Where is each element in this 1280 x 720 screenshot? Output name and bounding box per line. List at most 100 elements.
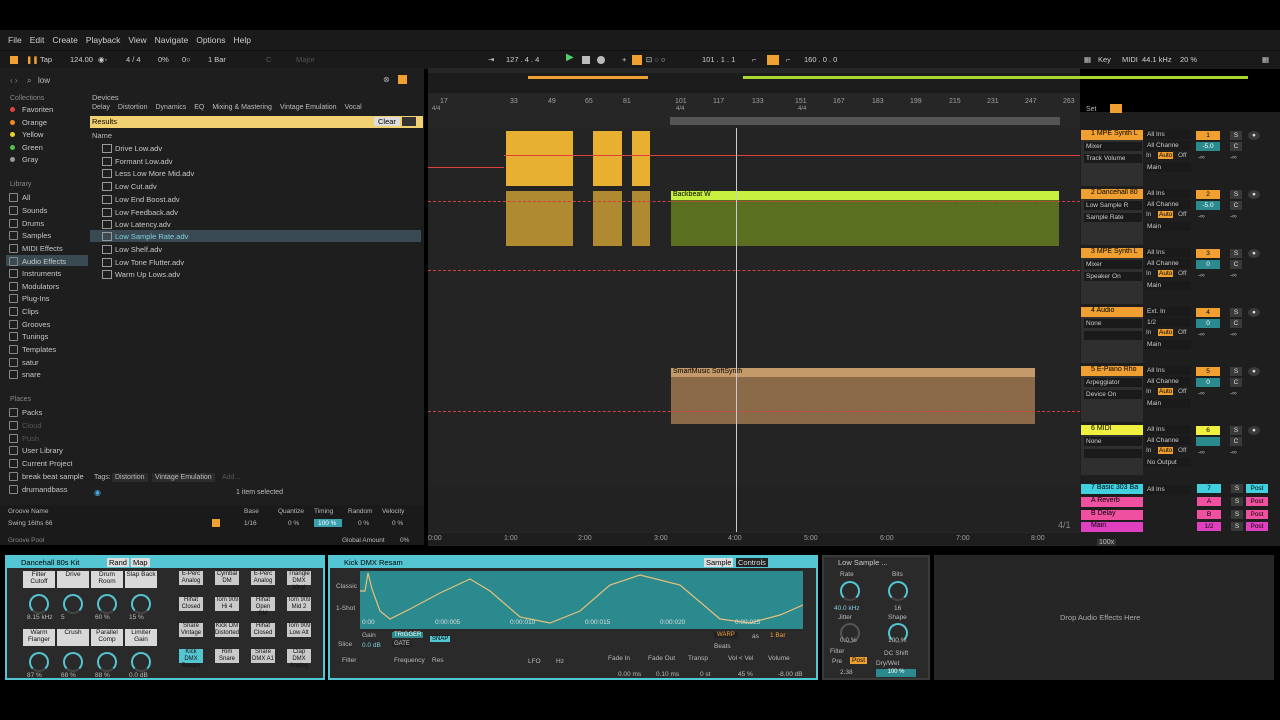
shape-value[interactable]: 100 % (888, 637, 906, 644)
file-item[interactable]: Warm Up Lows.adv (102, 268, 420, 280)
library-midi-effects[interactable]: MIDI Effects (9, 244, 63, 253)
capture-icon[interactable]: ⊡ ◌ ○ (646, 55, 665, 64)
return-title[interactable]: Main (1081, 522, 1143, 532)
place-cloud[interactable]: Cloud (9, 421, 42, 430)
pan-center[interactable]: C (1230, 260, 1242, 269)
macro-knob[interactable] (29, 594, 49, 614)
quantize-select[interactable]: 1 Bar (208, 55, 226, 64)
track-header[interactable]: 3 MPE Synth L Mixer Speaker On (1081, 248, 1143, 304)
midi-clip[interactable] (593, 131, 622, 186)
return-solo[interactable]: S (1231, 510, 1243, 519)
macro-button[interactable]: Filter Cutoff (23, 571, 55, 588)
filter-dynamics[interactable]: Dynamics (155, 104, 186, 115)
collection-gray[interactable]: Gray (10, 155, 38, 164)
device-chooser[interactable]: None (1084, 437, 1142, 446)
punch-in-icon[interactable]: ⌐ (752, 55, 756, 64)
track-number[interactable]: 2 (1196, 190, 1220, 199)
send-b-value[interactable]: -∞ (1230, 449, 1237, 456)
send-a-value[interactable]: -∞ (1198, 449, 1205, 456)
oneshot-mode[interactable]: 1-Shot (336, 605, 355, 612)
track-number[interactable]: 4 (1196, 308, 1220, 317)
gain-value[interactable]: 0.0 dB (362, 642, 381, 649)
loop-length[interactable]: 160 . 0 . 0 (804, 55, 837, 64)
input-channel[interactable]: All Channe (1145, 436, 1191, 445)
send-a-value[interactable]: -∞ (1198, 154, 1205, 161)
midi-clip[interactable] (506, 191, 573, 246)
record-button[interactable] (597, 56, 605, 64)
volume-field[interactable]: 0 (1196, 378, 1220, 387)
macro-button[interactable]: Limiter Gain (125, 629, 157, 646)
library-sounds[interactable]: Sounds (9, 206, 47, 215)
devices-filter[interactable]: Devices (92, 93, 119, 102)
macro-button[interactable]: Warm Flanger (23, 629, 55, 646)
parameter-chooser[interactable]: Track Volume (1084, 154, 1142, 163)
search-icon[interactable]: ⌕ (27, 76, 31, 86)
output-type[interactable]: Main (1145, 399, 1191, 408)
monitor-in[interactable]: In (1146, 152, 1151, 159)
return-title[interactable]: A Reverb (1081, 497, 1143, 507)
track-title[interactable]: 2 Dancehall 80 (1081, 189, 1143, 199)
track-title[interactable]: 5 E-Piano Rho (1081, 366, 1143, 376)
signature-marker[interactable]: 4/4 (798, 106, 806, 112)
drum-pad[interactable]: E-Perc Analog (251, 571, 275, 585)
monitor-in[interactable]: In (1146, 270, 1151, 277)
library-clips[interactable]: Clips (9, 307, 39, 316)
midi-clip[interactable] (593, 191, 622, 246)
monitor-in[interactable]: In (1146, 388, 1151, 395)
place-push[interactable]: Push (9, 434, 39, 443)
clear-search-icon[interactable]: ⊗ (383, 75, 390, 84)
drum-pad[interactable]: Kick DM Distorted (215, 623, 239, 637)
return-number[interactable]: 1/2 (1197, 522, 1221, 531)
jitter-value[interactable]: 0.0 % (840, 637, 857, 644)
signature-marker[interactable]: 4/4 (432, 106, 440, 112)
arm-button[interactable]: ● (1248, 249, 1260, 258)
monitor-in[interactable]: In (1146, 447, 1151, 454)
send-a-value[interactable]: -∞ (1198, 390, 1205, 397)
groove-velocity[interactable]: 0 % (392, 520, 403, 527)
filter-delay[interactable]: Delay (92, 104, 110, 115)
name-column-header[interactable]: Name (92, 131, 112, 140)
rate-knob[interactable] (840, 581, 860, 601)
monitor-auto[interactable]: Auto (1158, 270, 1174, 277)
macro-knob[interactable] (97, 652, 117, 672)
drum-pad[interactable]: Cymbal DM (215, 571, 239, 585)
loop-toggle[interactable] (767, 55, 779, 65)
automation-line[interactable] (428, 201, 1080, 203)
file-item[interactable]: Low Tone Flutter.adv (102, 256, 420, 268)
macro-value[interactable]: 60 % (95, 614, 110, 621)
place-packs[interactable]: Packs (9, 408, 42, 417)
groove-base[interactable]: 1/16 (244, 520, 257, 527)
output-type[interactable]: Main (1145, 340, 1191, 349)
add-tag[interactable]: Add... (222, 474, 240, 481)
library-drums[interactable]: Drums (9, 219, 44, 228)
track-lane-1[interactable] (428, 128, 1080, 188)
pan-center[interactable]: C (1230, 378, 1242, 387)
solo-button[interactable]: S (1230, 367, 1242, 376)
monitor-off[interactable]: Off (1178, 329, 1187, 336)
send-b-value[interactable]: -∞ (1230, 331, 1237, 338)
filter-vocal[interactable]: Vocal (345, 104, 362, 115)
classic-mode[interactable]: Classic (336, 583, 357, 590)
pre-button[interactable]: Pre (832, 658, 842, 665)
file-item[interactable]: Drive Low.adv (102, 142, 420, 154)
file-item[interactable]: Low End Boost.adv (102, 193, 420, 205)
warp-length[interactable]: 1 Bar (770, 632, 786, 639)
input-type[interactable]: All Ins (1145, 248, 1191, 257)
library-audio-effects[interactable]: Audio Effects (9, 257, 66, 266)
snap-button[interactable]: SNAP (430, 636, 451, 642)
macro-button[interactable]: Drive (57, 571, 89, 588)
signature-marker[interactable]: 4/4 (676, 106, 684, 112)
volume-field[interactable]: -5.0 (1196, 201, 1220, 210)
file-item[interactable]: Low Latency.adv (102, 218, 420, 230)
metronome-icon[interactable]: ◉◦ (98, 55, 107, 64)
macro-knob[interactable] (29, 652, 49, 672)
midi-clip[interactable] (632, 131, 650, 186)
place-current-project[interactable]: Current Project (9, 459, 72, 468)
clear-button[interactable]: Clear (374, 117, 400, 126)
macro-button[interactable]: Parallel Comp (91, 629, 123, 646)
return-post[interactable]: Post (1246, 510, 1268, 519)
filter-eq[interactable]: EQ (194, 104, 204, 115)
pan-center[interactable]: C (1230, 437, 1242, 446)
loop-start[interactable]: 101 . 1 . 1 (702, 55, 735, 64)
monitor-auto[interactable]: Auto (1158, 211, 1174, 218)
